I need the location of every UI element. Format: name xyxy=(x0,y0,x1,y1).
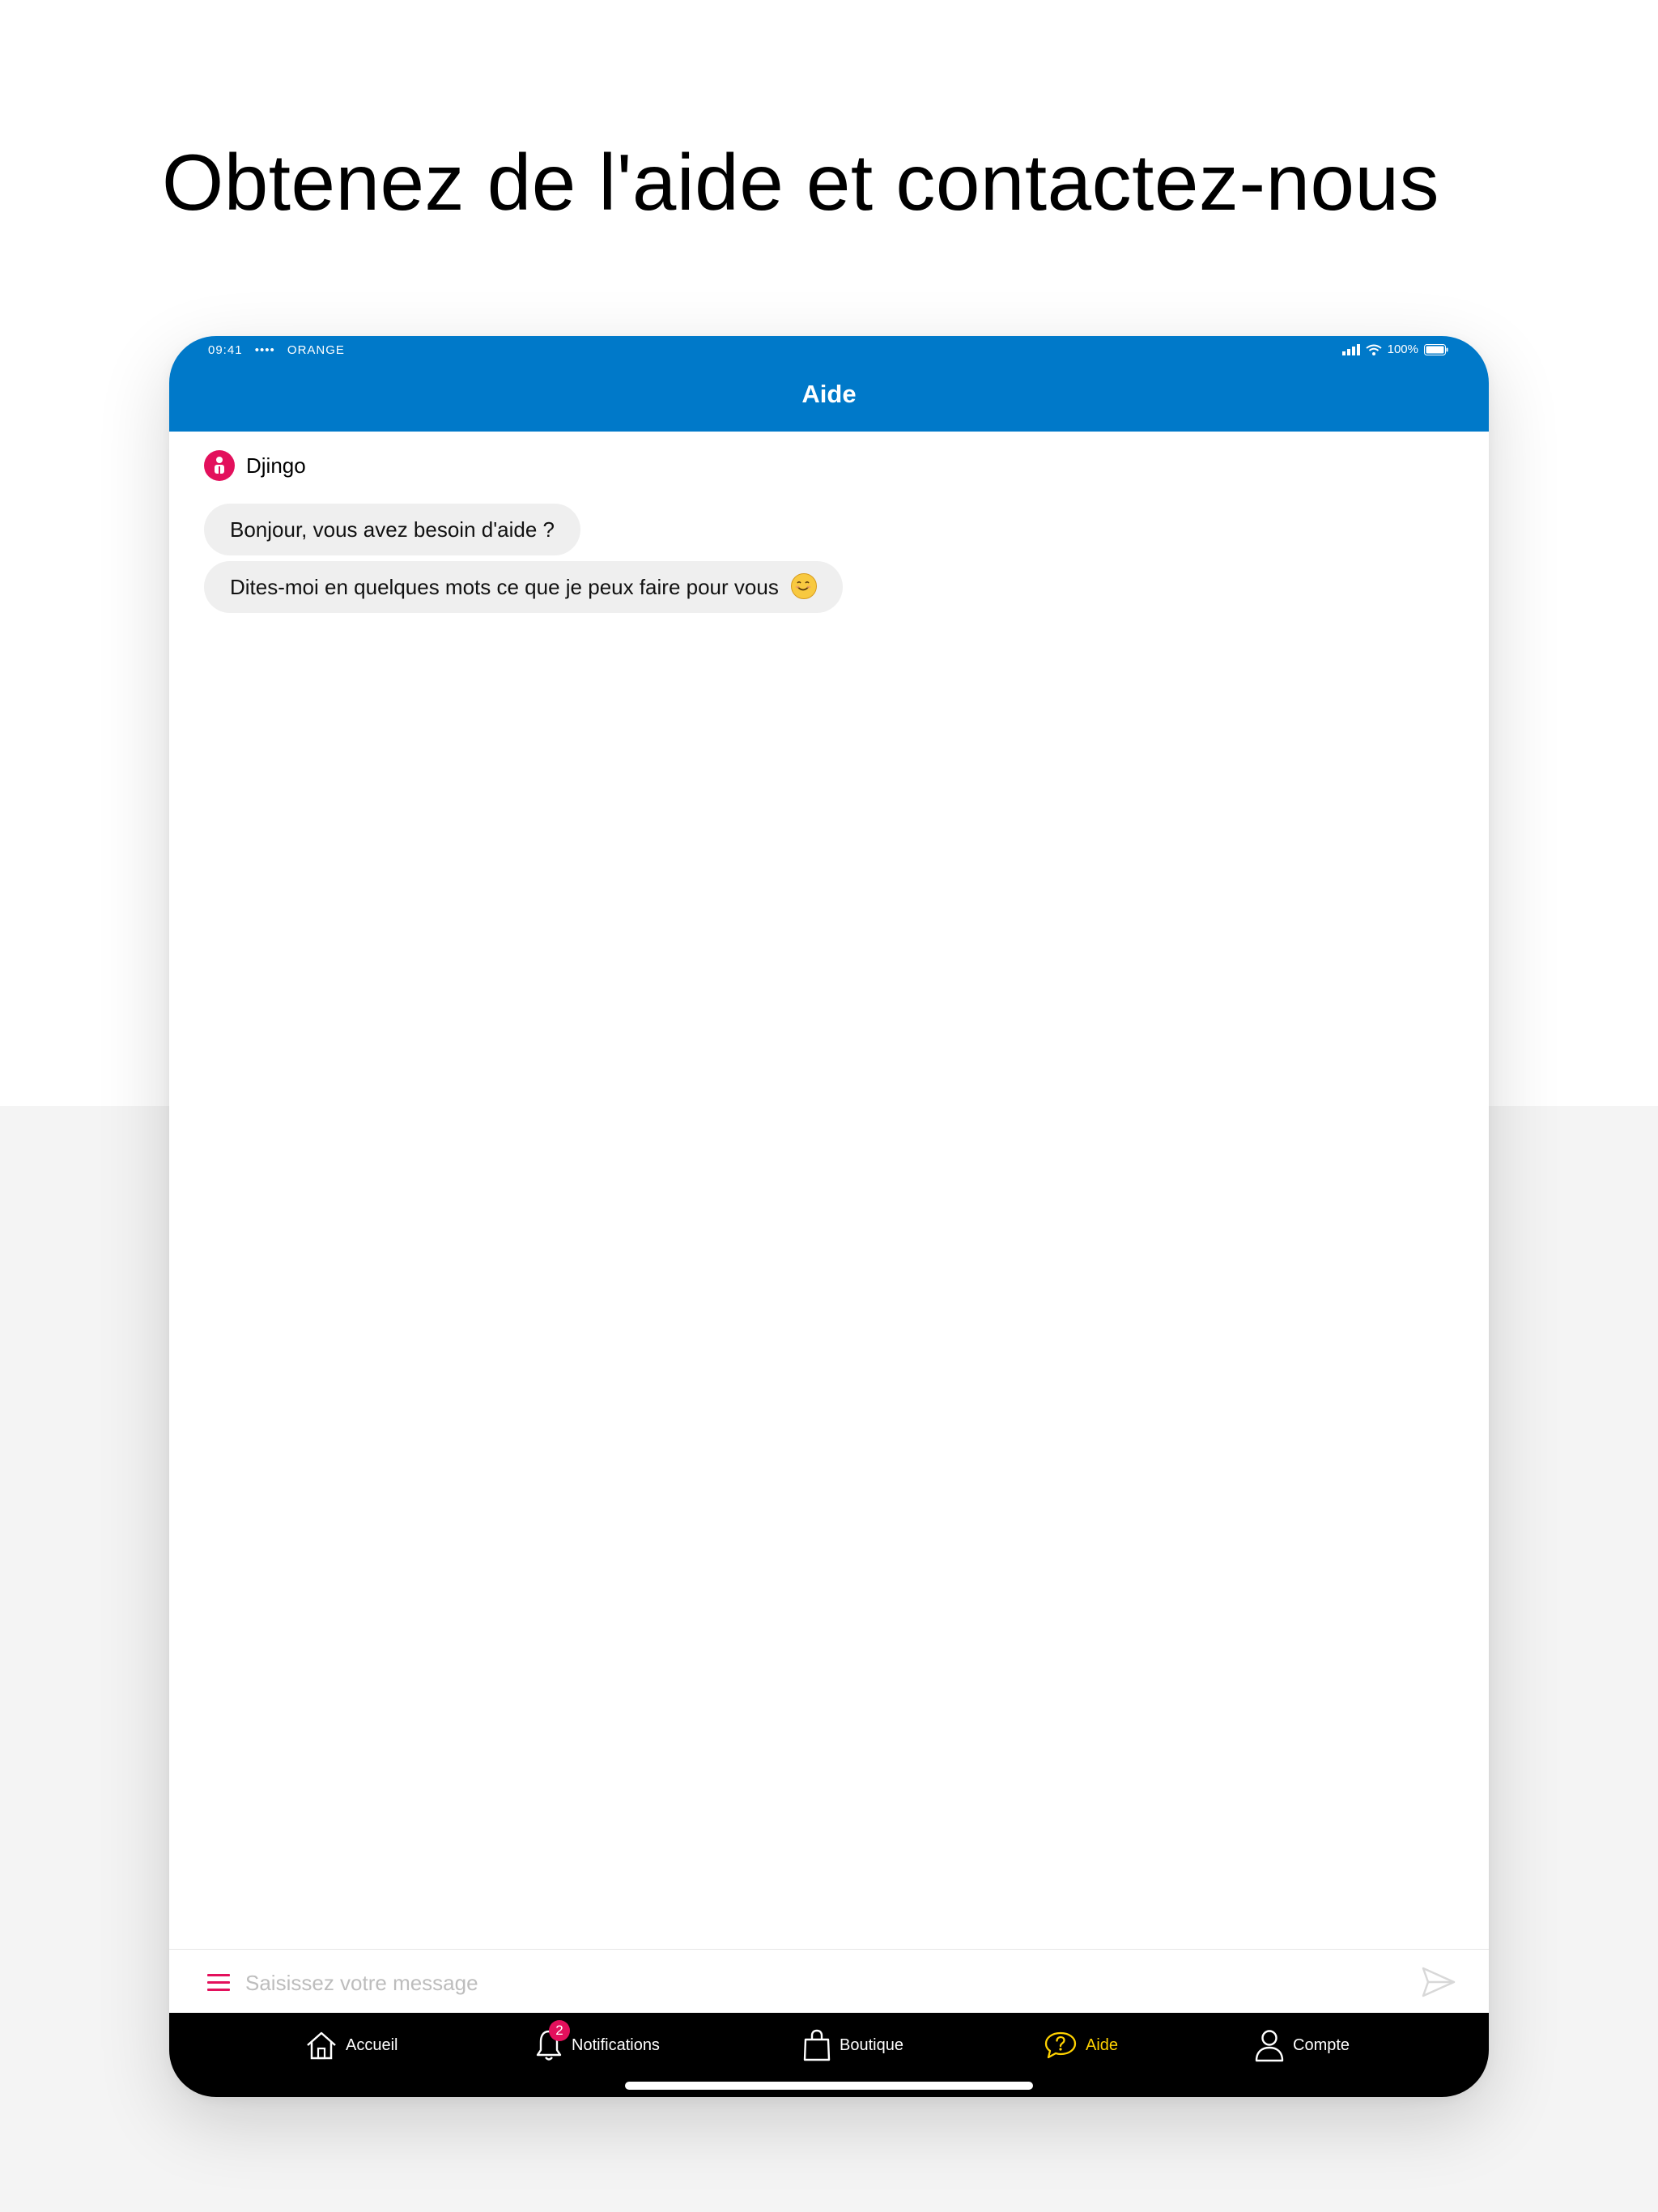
status-bar-left: 09:41 •••• ORANGE xyxy=(208,343,353,357)
bot-avatar xyxy=(204,450,235,481)
wifi-icon xyxy=(1366,344,1382,355)
chat-sender: Djingo xyxy=(204,450,306,481)
bot-avatar-icon xyxy=(215,457,224,474)
status-time: 09:41 xyxy=(208,343,243,357)
tab-label: Boutique xyxy=(840,2035,903,2054)
status-bar-right: 100% xyxy=(1341,342,1448,356)
carrier-name: ORANGE xyxy=(287,343,345,357)
tab-label: Accueil xyxy=(346,2035,398,2054)
marketing-headline: Obtenez de l'aide et contactez-nous xyxy=(162,138,1439,227)
tab-compte[interactable]: Compte xyxy=(1254,2027,1350,2063)
status-bar: 09:41 •••• ORANGE 100% xyxy=(169,336,1489,364)
message-input[interactable] xyxy=(244,1964,1397,2001)
chat-message: Dites-moi en quelques mots ce que je peu… xyxy=(204,561,844,613)
tab-label: Aide xyxy=(1086,2035,1119,2054)
page-title: Aide xyxy=(801,380,857,408)
send-button[interactable] xyxy=(1421,1966,1456,1998)
battery-percent: 100% xyxy=(1387,342,1418,356)
chat-message: Bonjour, vous avez besoin d'aide ? xyxy=(204,504,581,555)
tablet-screen: 09:41 •••• ORANGE 100% Aide Djingo Bonjo… xyxy=(169,336,1489,2097)
tab-accueil[interactable]: Accueil xyxy=(305,2027,397,2063)
notification-badge: 2 xyxy=(549,2020,570,2041)
home-icon xyxy=(307,2031,336,2060)
user-icon xyxy=(1255,2030,1284,2062)
sender-name: Djingo xyxy=(246,453,306,478)
tab-boutique[interactable]: Boutique xyxy=(802,2027,903,2063)
tab-aide[interactable]: Aide xyxy=(1044,2027,1118,2063)
help-bubble-icon xyxy=(1044,2031,1077,2059)
tab-label: Compte xyxy=(1293,2035,1350,2054)
app-header: Aide xyxy=(169,364,1489,432)
chat-message-text: Dites-moi en quelques mots ce que je peu… xyxy=(230,575,779,599)
message-composer xyxy=(169,1949,1489,2013)
menu-icon[interactable] xyxy=(207,1974,230,1992)
cellular-signal-icon xyxy=(1341,343,1360,355)
send-icon xyxy=(1422,1967,1456,1997)
chat-message-text: Bonjour, vous avez besoin d'aide ? xyxy=(230,517,555,542)
home-indicator[interactable] xyxy=(625,2082,1033,2090)
signal-dots: •••• xyxy=(254,343,275,357)
smiling-face-emoji-icon xyxy=(791,573,818,599)
battery-icon xyxy=(1424,343,1448,355)
tab-notifications[interactable]: 2 Notifications xyxy=(534,2020,660,2063)
tab-label: Notifications xyxy=(572,2035,660,2054)
shopping-bag-icon xyxy=(803,2029,831,2061)
